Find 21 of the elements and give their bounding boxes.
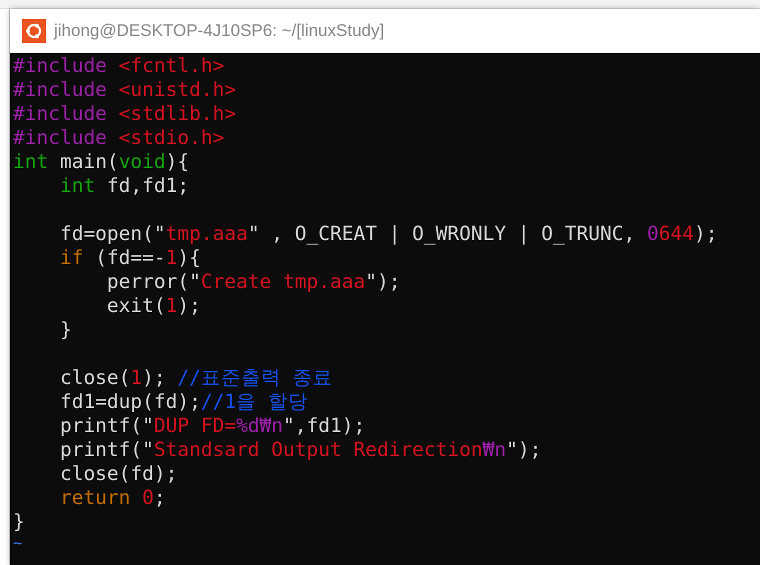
code-line: close(1); //표준출력 종료 xyxy=(58,366,334,390)
app-logo-icon xyxy=(22,19,46,43)
code-line: close(fd); xyxy=(58,462,178,486)
code-line: if (fd==-1){ xyxy=(58,246,202,270)
code-line: } xyxy=(58,318,73,342)
code-line: printf("Standsard Output Redirection₩n"); xyxy=(58,438,542,462)
code-line: #include <stdio.h> xyxy=(13,126,226,150)
code-line: return 0; xyxy=(58,486,167,510)
code-line: #include <unistd.h> xyxy=(13,78,238,102)
code-line: #include <fcntl.h> xyxy=(13,54,226,78)
code-line: #include <stdlib.h> xyxy=(13,102,238,126)
code-line: printf("DUP FD=%d₩n",fd1); xyxy=(58,414,366,438)
code-line: fd=open("tmp.aaa" , O_CREAT | O_WRONLY | O_TRUNC, 0644); xyxy=(58,222,718,246)
code-line: } xyxy=(13,510,26,534)
empty-line-marker: ~ xyxy=(13,534,22,552)
code-line: exit(1); xyxy=(106,294,202,318)
code-line: fd1=dup(fd);//1을 할당 xyxy=(58,390,309,414)
code-line: perror("Create tmp.aaa"); xyxy=(106,270,402,294)
code-line: int main(void){ xyxy=(13,150,190,174)
code-line: int fd,fd1; xyxy=(58,174,190,198)
window-title: jihong@DESKTOP-4J10SP6: ~/[linuxStudy] xyxy=(54,20,384,42)
